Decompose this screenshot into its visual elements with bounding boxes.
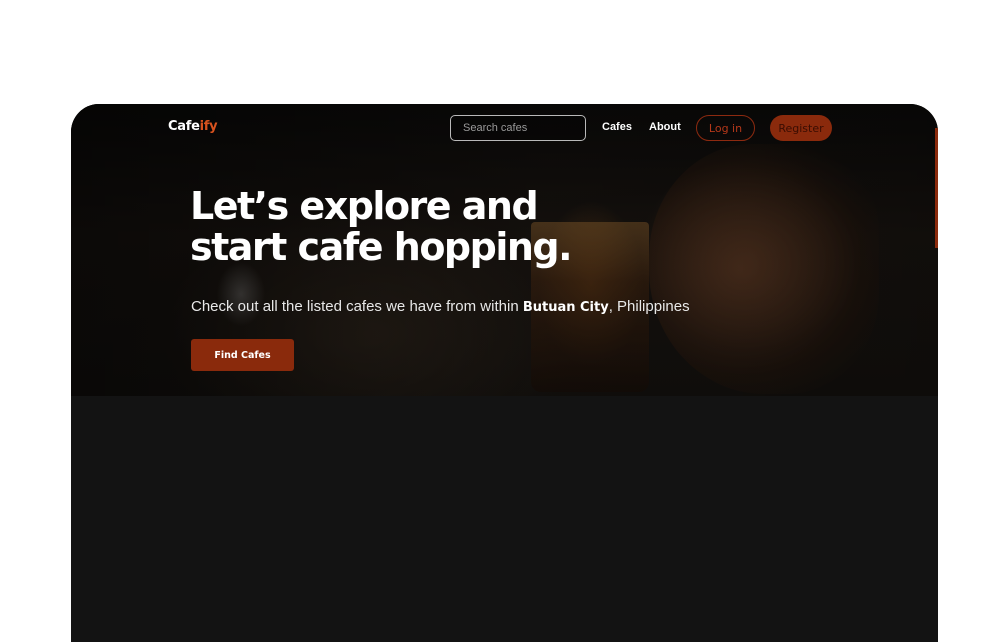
logo-text: Cafe	[168, 119, 200, 134]
hero-headline-line-1: Let’s explore and	[190, 184, 539, 228]
hero-headline-line-2: start cafe hopping.	[190, 225, 573, 269]
logo-accent-text: ify	[199, 119, 218, 134]
nav-link-about[interactable]: About	[649, 121, 681, 133]
hero-subtext-prefix: Check out all the listed cafes we have f…	[191, 298, 523, 315]
brand-logo[interactable]: Cafeify	[168, 119, 218, 134]
hero-subtext-city: Butuan City	[522, 300, 609, 315]
register-button[interactable]: Register	[770, 115, 832, 141]
nav-link-cafes[interactable]: Cafes	[602, 121, 632, 133]
app-window: Cafeify Cafes About Log in Register Let’…	[71, 104, 938, 642]
hero-subtext-suffix: , Philippines	[608, 298, 690, 315]
hero-headline: Let’s explore and start cafe hopping.	[190, 186, 670, 268]
find-cafes-button[interactable]: Find Cafes	[191, 339, 294, 371]
top-navbar: Cafeify Cafes About Log in Register	[71, 104, 938, 154]
hero-subtext: Check out all the listed cafes we have f…	[191, 298, 690, 315]
login-button[interactable]: Log in	[696, 115, 755, 141]
search-input[interactable]	[450, 115, 586, 141]
